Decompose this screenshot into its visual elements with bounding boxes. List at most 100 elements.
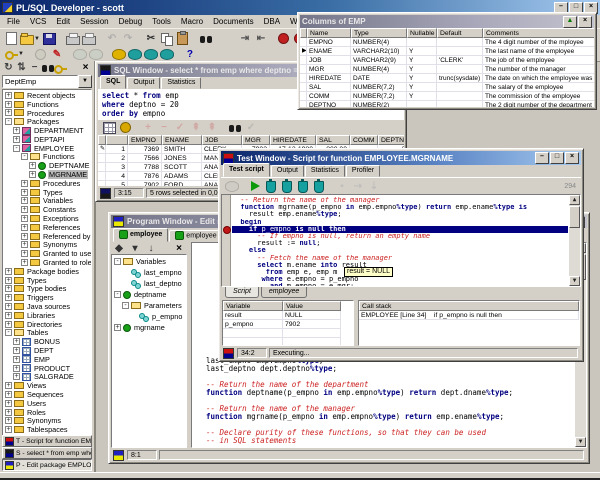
close-icon[interactable]: × (79, 62, 92, 74)
sort-icon[interactable]: ↓ (143, 241, 159, 256)
test-tab-output[interactable]: Output (270, 165, 304, 177)
expand-icon[interactable]: + (5, 311, 12, 319)
window-list-item-t-script-for-function-employe[interactable]: T - Script for function EMPLOYE (2, 435, 92, 447)
dropdown-icon[interactable]: ▾ (127, 241, 143, 256)
callstack-row[interactable]: EMPLOYEE [Line 34] if p_empno is null th… (359, 311, 579, 320)
test-window-titlebar[interactable]: Test Window - Script for function EMPLOY… (221, 151, 581, 165)
tree-item-deptapi[interactable]: + DEPTAPI (3, 135, 91, 144)
tree-item-types[interactable]: + Types (3, 276, 91, 285)
tree-item-employee[interactable]: - EMPLOYEE (3, 144, 91, 153)
session-key-icon[interactable] (3, 47, 19, 62)
expand-icon[interactable]: + (5, 267, 12, 275)
tree-item-constants[interactable]: + Constants (3, 205, 91, 214)
expand-icon[interactable]: + (13, 135, 20, 143)
expand-icon[interactable]: + (5, 426, 12, 434)
tree-item-java-sources[interactable]: + Java sources (3, 302, 91, 311)
expand-icon[interactable]: + (13, 373, 20, 381)
expand-icon[interactable]: + (5, 417, 12, 425)
edit-pen-icon[interactable]: ✎ (49, 47, 65, 62)
rollup-icon[interactable]: ▲ (563, 15, 577, 28)
tree-item-directories[interactable]: + Directories (3, 320, 91, 329)
expand-icon[interactable]: + (5, 382, 12, 390)
breakpoint-icon[interactable] (223, 225, 231, 234)
variables-grid[interactable]: Variable Value result NULL p_empno 7902 (222, 300, 354, 346)
tree-item-functions[interactable]: - Functions (3, 153, 91, 161)
tree-item-views[interactable]: + Views (3, 381, 91, 390)
cut-icon[interactable]: ✂ (143, 31, 159, 46)
columns-grid[interactable]: Name Type Nullable Default Comments EMPNO NUMB… (300, 28, 594, 107)
tree-item-functions[interactable]: + Functions (3, 100, 91, 109)
column-header-value[interactable]: Value (283, 301, 341, 311)
expand-icon[interactable]: + (21, 179, 28, 187)
new-file-icon[interactable] (3, 31, 19, 46)
column-header-default[interactable]: Default (437, 28, 483, 38)
scroll-down-icon[interactable]: ▼ (575, 437, 586, 447)
find-icon[interactable] (198, 31, 214, 46)
tree-item-triggers[interactable]: + Triggers (3, 293, 91, 302)
expand-icon[interactable]: + (29, 162, 36, 170)
tree-item-last-deptno[interactable]: last_deptno (112, 278, 186, 289)
expand-icon[interactable]: + (5, 109, 12, 117)
column-header-deptno[interactable]: DEPTNO (378, 135, 404, 145)
table-row[interactable]: EMPNO NUMBER(4) The 4 digit number of the … (300, 38, 594, 47)
bean-teal3-icon[interactable] (159, 47, 175, 62)
table-row[interactable]: SAL NUMBER(7,2) Y The salary of the employe… (300, 83, 594, 92)
tree-item-procedures[interactable]: + Procedures (3, 109, 91, 117)
tree-item-type-bodies[interactable]: + Type bodies (3, 285, 91, 293)
close-button[interactable]: × (565, 152, 579, 164)
print-setup-icon[interactable] (81, 31, 97, 46)
tree-item-dept[interactable]: + DEPT (3, 346, 91, 355)
expand-icon[interactable]: + (5, 399, 12, 407)
bean-teal1-icon[interactable] (127, 47, 143, 62)
expand-icon[interactable]: ⇅ (15, 62, 28, 74)
find-icon[interactable] (41, 62, 54, 74)
menu-documents[interactable]: Documents (208, 17, 258, 26)
test-window[interactable]: Test Window - Script for function EMPLOY… (218, 148, 584, 362)
tree-item-synonyms[interactable]: + Synonyms (3, 241, 91, 249)
table-row[interactable]: ▶ ENAME VARCHAR2(10) Y The last name of the … (300, 47, 594, 56)
tree-item-salgrade[interactable]: + SALGRADE (3, 373, 91, 381)
close-icon[interactable]: × (171, 241, 187, 256)
column-header-name[interactable]: Name (307, 28, 351, 38)
menu-dba[interactable]: DBA (259, 17, 285, 26)
refresh-icon[interactable]: ↻ (2, 62, 15, 74)
column-header-comm[interactable]: COMM (350, 135, 378, 145)
help-icon[interactable]: ? (182, 47, 198, 62)
columns-of-emp-window[interactable]: Columns of EMP ▲ × Name Type Nullable Defau… (297, 12, 597, 110)
call-stack-panel[interactable]: Call stack EMPLOYEE [Line 34] if p_empno … (358, 300, 580, 346)
menu-tools[interactable]: Tools (147, 17, 176, 26)
expand-icon[interactable]: + (21, 223, 28, 231)
expand-icon[interactable]: + (21, 215, 28, 223)
tree-item-exceptions[interactable]: + Exceptions (3, 214, 91, 223)
test-tab-profiler[interactable]: Profiler (345, 165, 381, 177)
column-header-job[interactable]: JOB (202, 135, 242, 145)
table-row[interactable]: result NULL (223, 311, 353, 320)
tree-item-tables[interactable]: - Tables (3, 329, 91, 337)
column-header-empno[interactable]: EMPNO (128, 135, 162, 145)
tree-item-procedures[interactable]: + Procedures (3, 179, 91, 188)
tree-item-emp[interactable]: + EMP (3, 355, 91, 364)
expand-icon[interactable]: + (21, 206, 28, 214)
table-row[interactable]: JOB VARCHAR2(9) Y 'CLERK' The job of the emp… (300, 56, 594, 65)
minimize-button[interactable]: – (535, 152, 549, 164)
column-header-item[interactable] (106, 135, 128, 145)
tree-item-recent-objects[interactable]: + Recent objects (3, 91, 91, 100)
open-file-icon[interactable] (19, 31, 35, 46)
tree-item-department[interactable]: + DEPARTMENT (3, 126, 91, 135)
grid-icon[interactable] (101, 120, 117, 135)
browser-folder-select[interactable]: DeptEmp ▼ (2, 75, 92, 88)
menu-macro[interactable]: Macro (176, 17, 208, 26)
collapse-icon[interactable]: - (114, 258, 121, 265)
table-row[interactable]: DEPTNO NUMBER(2) The 2 digit number of the… (300, 101, 594, 107)
expand-icon[interactable]: + (21, 188, 28, 196)
find-next-icon[interactable] (214, 31, 230, 46)
tree-item-product[interactable]: + PRODUCT (3, 364, 91, 373)
column-header-nullable[interactable]: Nullable (407, 28, 437, 38)
tree-item-parameters[interactable]: - Parameters (112, 300, 186, 311)
expand-icon[interactable]: + (5, 100, 12, 108)
tree-item-variables[interactable]: - Variables (112, 256, 186, 267)
menu-session[interactable]: Session (75, 17, 113, 26)
table-row[interactable]: MGR NUMBER(4) Y The number of the manager (300, 65, 594, 74)
tree-item-sequences[interactable]: + Sequences (3, 390, 91, 399)
expand-icon[interactable]: + (5, 294, 12, 302)
